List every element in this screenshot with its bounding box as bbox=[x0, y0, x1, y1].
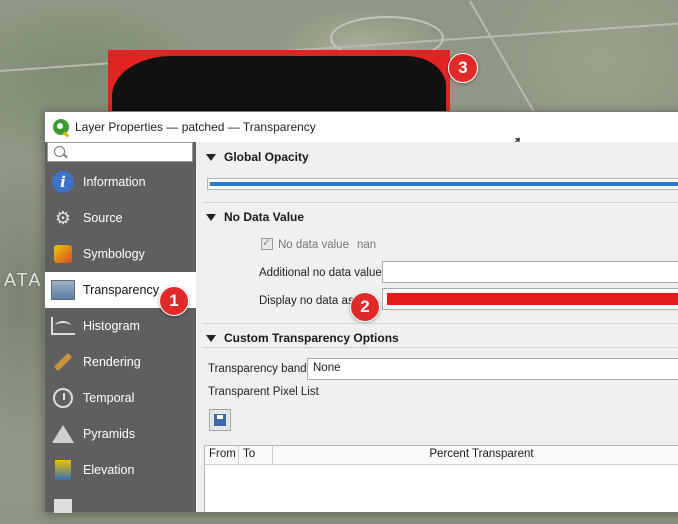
sidebar-item-more[interactable] bbox=[45, 488, 196, 524]
properties-sidebar: i Information ⚙ Source Symbology Transpa… bbox=[45, 142, 196, 513]
histogram-icon bbox=[51, 314, 75, 338]
global-opacity-slider[interactable] bbox=[207, 178, 678, 190]
no-data-value-label: No data value bbox=[278, 239, 349, 251]
sidebar-item-source[interactable]: ⚙ Source bbox=[45, 200, 196, 236]
no-data-value-checkbox[interactable] bbox=[261, 236, 273, 250]
source-icon: ⚙ bbox=[54, 207, 72, 228]
callout-2: 2 bbox=[350, 292, 380, 322]
symbology-icon bbox=[51, 242, 75, 266]
transparency-panel: Global Opacity No Data Value No data val… bbox=[200, 142, 678, 512]
temporal-icon bbox=[51, 386, 75, 410]
sidebar-item-information[interactable]: i Information bbox=[45, 164, 196, 200]
callout-3: 3 bbox=[448, 53, 478, 83]
dialog-titlebar[interactable]: Layer Properties — patched — Transparenc… bbox=[45, 112, 678, 151]
transparency-band-label: Transparency band bbox=[208, 363, 307, 375]
column-header-from[interactable]: From bbox=[205, 446, 239, 464]
column-header-percent-transparent[interactable]: Percent Transparent bbox=[273, 446, 678, 464]
section-custom-transparency[interactable]: Custom Transparency Options bbox=[206, 331, 399, 345]
sidebar-item-symbology[interactable]: Symbology bbox=[45, 236, 196, 272]
sidebar-item-label: Histogram bbox=[83, 319, 140, 333]
map-road bbox=[469, 0, 541, 123]
transparent-pixel-list-label: Transparent Pixel List bbox=[208, 386, 319, 398]
collapse-arrow-icon bbox=[206, 334, 216, 342]
search-icon bbox=[54, 146, 65, 157]
section-title: Custom Transparency Options bbox=[224, 331, 399, 345]
save-pixel-list-button[interactable] bbox=[209, 409, 231, 431]
map-place-label: ATA bbox=[4, 270, 43, 290]
qgis-logo-icon bbox=[53, 119, 69, 135]
display-no-data-label: Display no data as bbox=[259, 295, 354, 307]
divider bbox=[203, 202, 678, 203]
sidebar-item-label: Symbology bbox=[83, 247, 145, 261]
sidebar-item-label: Information bbox=[83, 175, 146, 189]
additional-no-data-input[interactable] bbox=[382, 261, 678, 283]
sidebar-item-rendering[interactable]: Rendering bbox=[45, 344, 196, 380]
section-no-data-value[interactable]: No Data Value bbox=[206, 210, 304, 224]
table-header-row: From To Percent Transparent bbox=[205, 446, 678, 465]
sidebar-item-label: Temporal bbox=[83, 391, 135, 405]
section-title: Global Opacity bbox=[224, 150, 309, 164]
more-icon bbox=[51, 494, 75, 518]
transparency-band-value: None bbox=[313, 362, 341, 374]
sidebar-item-pyramids[interactable]: Pyramids bbox=[45, 416, 196, 452]
transparent-pixel-table[interactable]: From To Percent Transparent bbox=[204, 445, 678, 512]
no-data-color-swatch bbox=[387, 293, 678, 305]
dialog-title: Layer Properties — patched — Transparenc… bbox=[75, 120, 316, 134]
sidebar-item-temporal[interactable]: Temporal bbox=[45, 380, 196, 416]
elevation-icon bbox=[51, 458, 75, 482]
divider bbox=[203, 347, 678, 348]
save-icon bbox=[214, 414, 226, 426]
rendering-icon bbox=[51, 350, 75, 374]
column-header-to[interactable]: To bbox=[239, 446, 273, 464]
no-data-color-button[interactable] bbox=[382, 288, 678, 310]
collapse-arrow-icon bbox=[206, 213, 216, 221]
section-global-opacity[interactable]: Global Opacity bbox=[206, 150, 309, 164]
opacity-slider-fill bbox=[210, 182, 678, 186]
collapse-arrow-icon bbox=[206, 153, 216, 161]
transparency-icon bbox=[51, 278, 75, 302]
layer-properties-dialog: Layer Properties — patched — Transparenc… bbox=[44, 111, 678, 513]
sidebar-item-label: Elevation bbox=[83, 463, 135, 477]
callout-1: 1 bbox=[159, 286, 189, 316]
pyramids-icon bbox=[51, 422, 75, 446]
sidebar-item-label: Transparency bbox=[83, 283, 159, 297]
sidebar-item-label: Source bbox=[83, 211, 123, 225]
no-data-value-text: nan bbox=[357, 239, 377, 251]
divider bbox=[203, 323, 678, 324]
transparency-band-select[interactable]: None bbox=[307, 358, 678, 380]
additional-no-data-label: Additional no data value bbox=[259, 267, 382, 279]
sidebar-search-input[interactable] bbox=[47, 142, 193, 162]
info-icon: i bbox=[51, 170, 75, 194]
section-title: No Data Value bbox=[224, 210, 305, 224]
sidebar-item-elevation[interactable]: Elevation bbox=[45, 452, 196, 488]
sidebar-item-label: Pyramids bbox=[83, 427, 136, 441]
sidebar-item-label: Rendering bbox=[83, 355, 141, 369]
